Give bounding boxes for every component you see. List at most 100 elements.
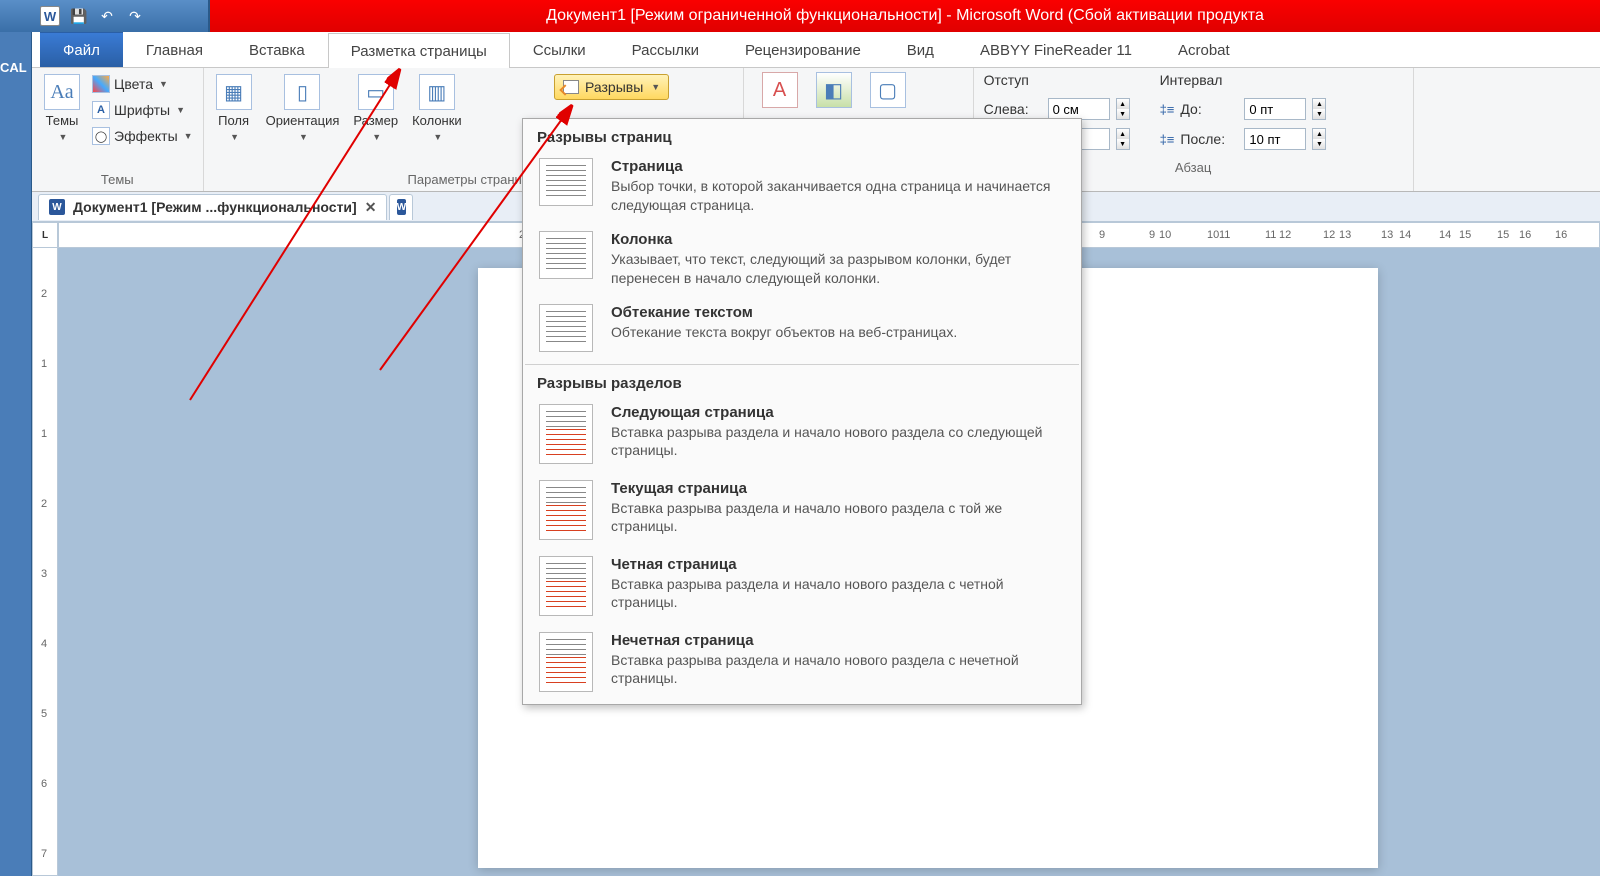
break-item-desc: Вставка разрыва раздела и начало нового …	[611, 575, 1065, 613]
spacing-after-input[interactable]	[1244, 128, 1306, 150]
spinner[interactable]: ▲▼	[1116, 98, 1130, 120]
tab-page-layout[interactable]: Разметка страницы	[328, 33, 510, 68]
colors-button[interactable]: Цвета ▼	[90, 72, 195, 96]
redo-icon[interactable]: ↷	[126, 7, 144, 25]
cal-label: CAL	[0, 60, 27, 75]
window-title: Документ1 [Режим ограниченной функционал…	[210, 7, 1600, 25]
quick-access-toolbar: W 💾 ↶ ↷	[0, 0, 210, 32]
breaks-menu-item[interactable]: Нечетная страницаВставка разрыва раздела…	[525, 624, 1079, 700]
page-color-icon[interactable]: ◧	[816, 72, 852, 108]
breaks-section-section: Разрывы разделов	[525, 364, 1079, 396]
spacing-before-field[interactable]: ‡≡ До: ▲▼	[1160, 96, 1327, 122]
break-item-desc: Обтекание текста вокруг объектов на веб-…	[611, 323, 1065, 342]
word-app-icon[interactable]: W	[40, 6, 60, 26]
document-tab-active[interactable]: W Документ1 [Режим ...функциональности] …	[38, 194, 387, 220]
fonts-button[interactable]: A Шрифты ▼	[90, 98, 195, 122]
spacing-before-input[interactable]	[1244, 98, 1306, 120]
save-icon[interactable]: 💾	[70, 7, 88, 25]
effects-label: Эффекты	[114, 128, 178, 144]
breaks-menu-item[interactable]: Страница Выбор точки, в которой заканчива…	[525, 150, 1079, 223]
break-type-icon	[539, 158, 593, 206]
size-button[interactable]: ▭ Размер ▼	[349, 72, 402, 144]
breaks-menu-item[interactable]: Четная страницаВставка разрыва раздела и…	[525, 548, 1079, 624]
tab-references[interactable]: Ссылки	[510, 32, 609, 67]
break-item-title: Обтекание текстом	[611, 304, 1065, 321]
ruler-corner[interactable]: L	[32, 222, 58, 248]
indent-header: Отступ	[984, 72, 1130, 88]
margins-button[interactable]: ▦ Поля ▼	[212, 72, 256, 144]
tab-file[interactable]: Файл	[40, 32, 123, 67]
chevron-down-icon: ▼	[433, 132, 442, 142]
chevron-down-icon: ▼	[176, 105, 185, 115]
break-item-desc: Вставка разрыва раздела и начало нового …	[611, 651, 1065, 689]
fonts-icon: A	[92, 101, 110, 119]
document-tab-label: Документ1 [Режим ...функциональности]	[73, 199, 357, 215]
chevron-down-icon: ▼	[184, 131, 193, 141]
colors-icon	[92, 75, 110, 93]
spinner[interactable]: ▲▼	[1312, 98, 1326, 120]
orientation-icon: ▯	[284, 74, 320, 110]
effects-icon: ◯	[92, 127, 110, 145]
chevron-down-icon: ▼	[230, 132, 239, 142]
spinner[interactable]: ▲▼	[1116, 128, 1130, 150]
word-doc-icon: W	[397, 199, 406, 215]
close-icon[interactable]: ✕	[365, 199, 377, 216]
ribbon-tabs: Файл Главная Вставка Разметка страницы С…	[32, 32, 1600, 68]
break-type-icon	[539, 404, 593, 464]
spacing-header: Интервал	[1160, 72, 1327, 88]
tab-acrobat[interactable]: Acrobat	[1155, 32, 1253, 67]
break-item-title: Текущая страница	[611, 480, 1065, 497]
break-type-icon	[539, 304, 593, 352]
breaks-button[interactable]: Разрывы ▼	[554, 74, 669, 100]
breaks-section-page: Разрывы страниц	[525, 123, 1079, 150]
themes-icon: Aa	[44, 74, 80, 110]
orientation-button[interactable]: ▯ Ориентация ▼	[262, 72, 344, 144]
break-type-icon	[539, 231, 593, 279]
size-icon: ▭	[358, 74, 394, 110]
tab-mailings[interactable]: Рассылки	[609, 32, 722, 67]
spacing-after-field[interactable]: ‡≡ После: ▲▼	[1160, 126, 1327, 152]
break-item-title: Страница	[611, 158, 1065, 175]
breaks-icon	[563, 80, 579, 94]
breaks-menu-item[interactable]: Следующая страницаВставка разрыва раздел…	[525, 396, 1079, 472]
watermark-icon[interactable]: A	[762, 72, 798, 108]
breaks-menu-item[interactable]: КолонкаУказывает, что текст, следующий з…	[525, 223, 1079, 296]
breaks-dropdown: Разрывы страниц Страница Выбор точки, в к…	[522, 118, 1082, 705]
left-app-strip: CAL	[0, 0, 32, 876]
break-item-title: Колонка	[611, 231, 1065, 248]
page-borders-icon[interactable]: ▢	[870, 72, 906, 108]
tab-insert[interactable]: Вставка	[226, 32, 328, 67]
break-type-icon	[539, 480, 593, 540]
columns-label: Колонки	[412, 114, 462, 128]
titlebar: W 💾 ↶ ↷ Документ1 [Режим ограниченной фу…	[0, 0, 1600, 32]
indent-left-input[interactable]	[1048, 98, 1110, 120]
break-type-icon	[539, 556, 593, 616]
effects-button[interactable]: ◯ Эффекты ▼	[90, 124, 195, 148]
tab-view[interactable]: Вид	[884, 32, 957, 67]
size-label: Размер	[353, 114, 398, 128]
breaks-menu-item[interactable]: Текущая страница Вставка разрыва раздела …	[525, 472, 1079, 548]
undo-icon[interactable]: ↶	[98, 7, 116, 25]
chevron-down-icon: ▼	[372, 132, 381, 142]
fonts-label: Шрифты	[114, 102, 170, 118]
breaks-menu-item[interactable]: Обтекание текстом Обтекание текста вокруг…	[525, 296, 1079, 360]
group-themes-label: Темы	[40, 170, 195, 189]
break-type-icon	[539, 632, 593, 692]
tab-abbyy[interactable]: ABBYY FineReader 11	[957, 32, 1155, 67]
break-item-desc: Вставка разрыва раздела и начало нового …	[611, 499, 1065, 537]
chevron-down-icon: ▼	[651, 82, 660, 92]
vertical-ruler[interactable]: 211234567	[32, 248, 58, 876]
orientation-label: Ориентация	[266, 114, 340, 128]
columns-button[interactable]: ▥ Колонки ▼	[408, 72, 466, 144]
margins-label: Поля	[218, 114, 249, 128]
document-tab-other[interactable]: W	[389, 194, 413, 220]
break-item-title: Следующая страница	[611, 404, 1065, 421]
tab-home[interactable]: Главная	[123, 32, 226, 67]
margins-icon: ▦	[216, 74, 252, 110]
tab-review[interactable]: Рецензирование	[722, 32, 884, 67]
breaks-label: Разрывы	[585, 79, 643, 95]
break-item-desc: Выбор точки, в которой заканчивается одн…	[611, 177, 1065, 215]
word-doc-icon: W	[49, 199, 65, 215]
spinner[interactable]: ▲▼	[1312, 128, 1326, 150]
themes-button[interactable]: Aa Темы ▼	[40, 72, 84, 144]
